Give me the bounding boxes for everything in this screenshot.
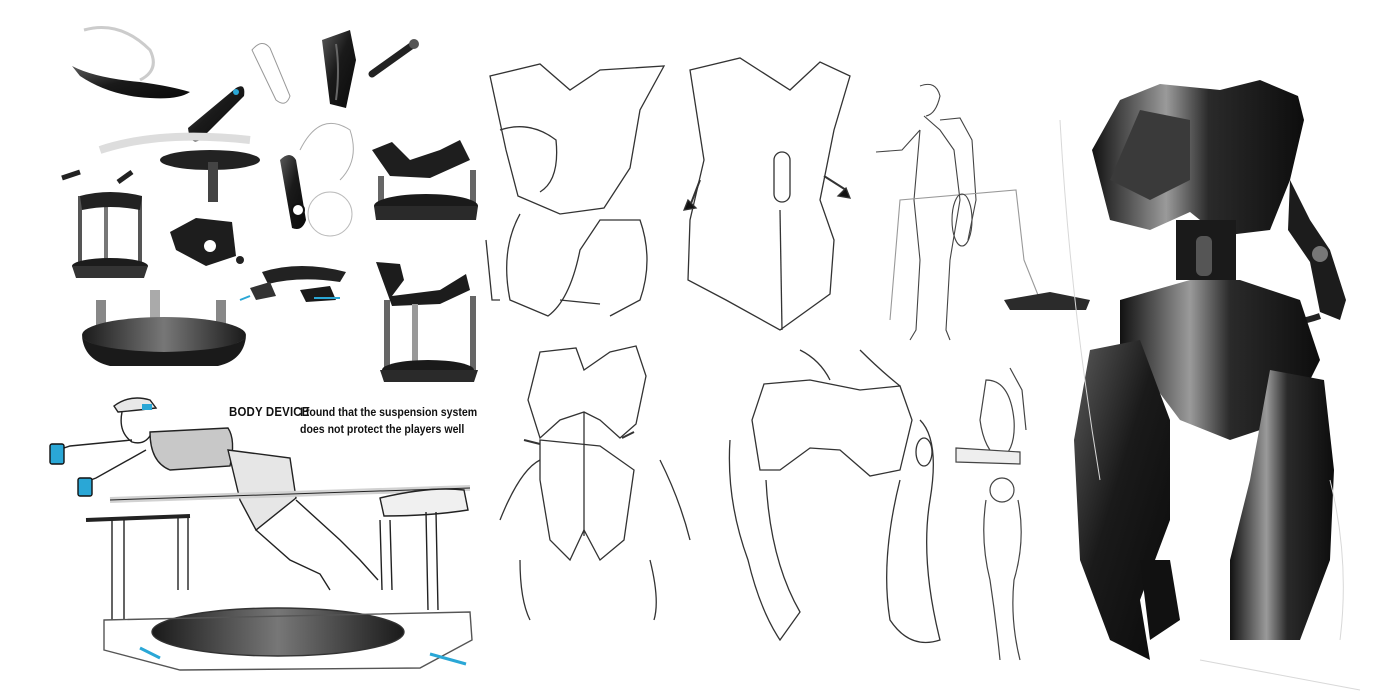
- torso-front-sketch: [485, 63, 666, 317]
- torso-exoskeleton-sketches: [485, 57, 941, 644]
- seat-platform-render-2: [376, 262, 478, 382]
- seat-platform-renders: [239, 140, 478, 382]
- seat-platform-render-1: [372, 140, 478, 220]
- torso-back-sketch: [682, 57, 852, 331]
- large-platform-render: [82, 290, 246, 366]
- rider-platform-disk: [151, 607, 405, 657]
- motion-platform-render-group: [61, 26, 260, 366]
- annotation-note-line-2: does not protect the players well: [300, 422, 465, 436]
- flat-platform-render: [239, 266, 346, 302]
- segmented-back-sketch: [499, 345, 691, 621]
- annotation-note-line-1: I found that the suspension system: [300, 405, 478, 419]
- seat-part-render: [72, 66, 190, 99]
- small-platform-render: [61, 169, 148, 278]
- black-grip-render: [322, 30, 356, 108]
- concept-sketch-sheet: [49, 26, 1361, 691]
- body-device-render: [1004, 80, 1346, 660]
- side-grip-render: [280, 155, 306, 229]
- rider-on-platform-sketch: [49, 397, 473, 671]
- side-figure-sketch: [955, 367, 1027, 661]
- body-device-label: BODY DEVICE: [229, 404, 310, 419]
- shoulder-harness-sketch: [728, 349, 941, 644]
